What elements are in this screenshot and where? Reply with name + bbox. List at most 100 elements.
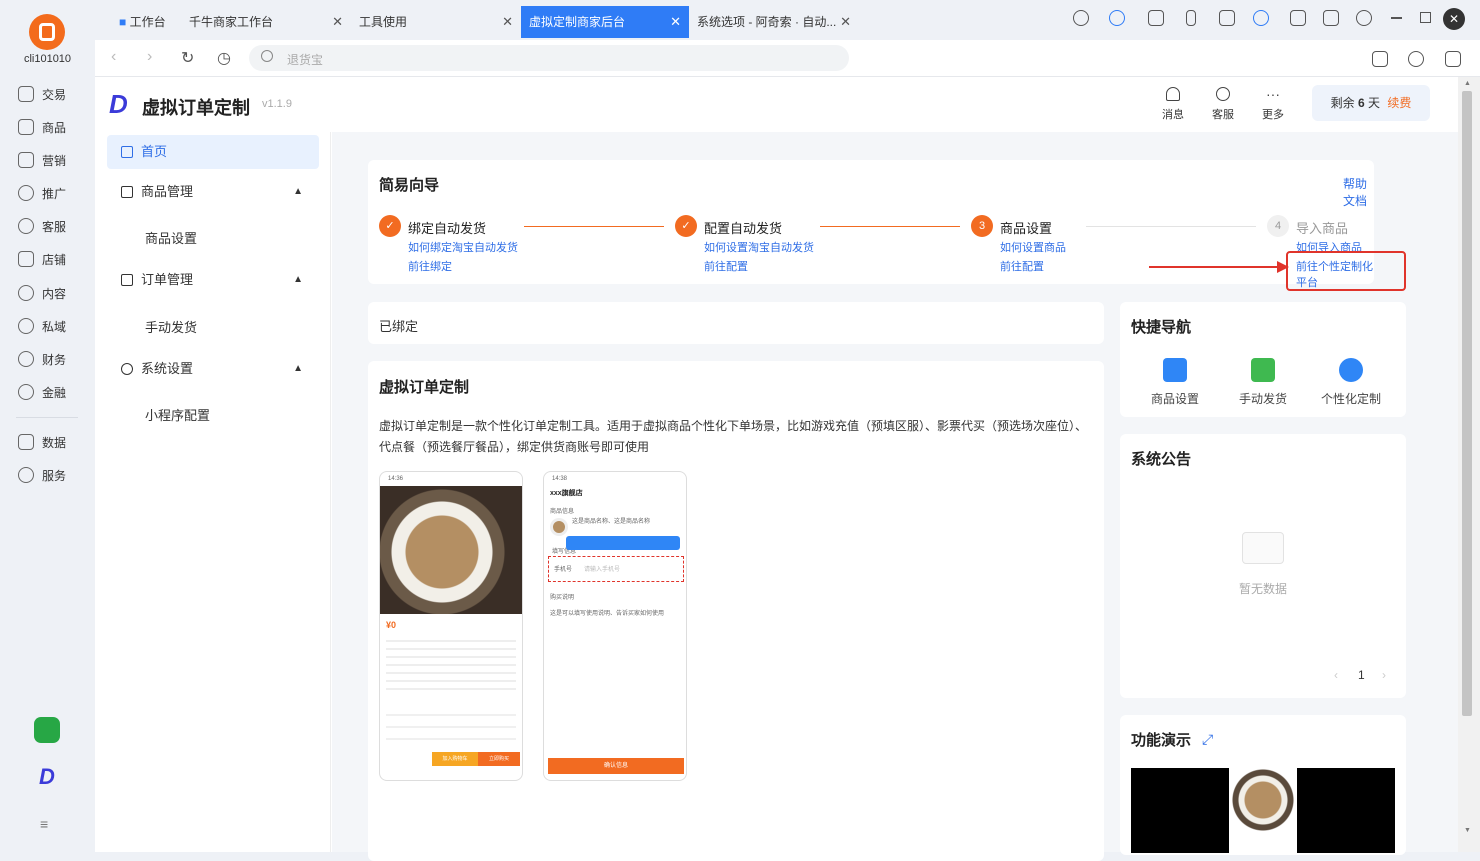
step-1-go-link[interactable]: 前往绑定 bbox=[408, 258, 452, 274]
storage-icon[interactable] bbox=[1148, 10, 1164, 26]
rail-item-data[interactable]: 数据 bbox=[18, 431, 66, 453]
services-icon bbox=[18, 467, 34, 483]
minimize-icon[interactable] bbox=[1391, 17, 1402, 19]
qianniu-logo-icon[interactable] bbox=[29, 14, 65, 50]
rail-item-goods[interactable]: 商品 bbox=[18, 116, 66, 138]
buy-now-button: 立即购买 bbox=[478, 752, 520, 766]
close-icon[interactable]: ✕ bbox=[670, 6, 681, 38]
more-button[interactable]: ··· 更多 bbox=[1258, 87, 1288, 122]
remain-days-badge[interactable]: 剩余 6 天 续费 bbox=[1312, 85, 1430, 121]
step-4-number: 4 bbox=[1267, 215, 1289, 237]
chevron-up-icon: ▲ bbox=[293, 186, 303, 197]
product-info-lines bbox=[386, 634, 516, 694]
sidebar-item-system[interactable]: 系统设置 ▲ bbox=[107, 352, 319, 386]
chevron-up-icon: ▲ bbox=[293, 274, 303, 285]
marketing-icon bbox=[18, 152, 34, 168]
rail-item-store[interactable]: 店铺 bbox=[18, 248, 66, 270]
current-page[interactable]: 1 bbox=[1358, 668, 1365, 682]
scrollbar-thumb[interactable] bbox=[1462, 91, 1472, 716]
close-icon[interactable]: ✕ bbox=[840, 6, 851, 38]
bound-status-card: 已绑定 bbox=[368, 302, 1104, 344]
step-2-go-link[interactable]: 前往配置 bbox=[704, 258, 748, 274]
product-price: ¥0 bbox=[386, 620, 397, 630]
sidebar-item-goods-settings[interactable]: 商品设置 bbox=[145, 228, 197, 247]
notification-icon[interactable] bbox=[1073, 10, 1089, 26]
guide-title: 简易向导 bbox=[379, 177, 440, 194]
notes-icon[interactable] bbox=[1290, 10, 1306, 26]
shirt-icon[interactable] bbox=[1323, 10, 1339, 26]
rail-item-services[interactable]: 服务 bbox=[18, 464, 66, 486]
forward-icon[interactable]: › bbox=[147, 48, 152, 66]
help-docs-link[interactable]: 帮助文档 bbox=[1343, 175, 1374, 209]
buy-notes-text: 这是可以填写使用说明、告诉买家如何使用 bbox=[550, 611, 665, 617]
rail-item-finance[interactable]: 财务 bbox=[18, 348, 66, 370]
close-icon[interactable]: ✕ bbox=[332, 6, 343, 38]
sidebar-item-mini-config[interactable]: 小程序配置 bbox=[145, 405, 210, 424]
next-page-icon[interactable]: › bbox=[1382, 668, 1386, 682]
chat-icon[interactable] bbox=[1445, 51, 1461, 67]
tab-virtual-admin[interactable]: 虚拟定制商家后台 ✕ bbox=[521, 6, 689, 38]
search-input[interactable]: 退货宝 bbox=[249, 45, 849, 71]
rail-item-promote[interactable]: 推广 bbox=[18, 182, 66, 204]
bag-icon bbox=[121, 186, 133, 198]
sidebar-item-manual-ship[interactable]: 手动发货 bbox=[145, 317, 197, 336]
tab-system-options[interactable]: 系统选项 - 阿奇索 · 自动... ✕ bbox=[689, 6, 859, 38]
store-icon bbox=[18, 251, 34, 267]
scrollbar-down-icon[interactable]: ▼ bbox=[1464, 827, 1471, 834]
green-app-icon[interactable] bbox=[34, 717, 60, 743]
virtual-order-app-icon[interactable]: D bbox=[34, 764, 60, 790]
sidebar-item-goods-mgmt[interactable]: 商品管理 ▲ bbox=[107, 175, 319, 209]
rail-item-private[interactable]: 私域 bbox=[18, 315, 66, 337]
quick-nav-goods-settings[interactable]: 商品设置 bbox=[1135, 358, 1215, 407]
step-3-go-link[interactable]: 前往配置 bbox=[1000, 258, 1044, 274]
back-icon[interactable]: ‹ bbox=[111, 48, 116, 66]
add-to-cart-button: 加入购物车 bbox=[432, 752, 478, 766]
trade-icon bbox=[18, 86, 34, 102]
rail-item-service[interactable]: 客服 bbox=[18, 215, 66, 237]
close-icon[interactable]: ✕ bbox=[502, 6, 513, 38]
rail-item-marketing[interactable]: 营销 bbox=[18, 149, 66, 171]
app-logo-icon: D bbox=[109, 89, 128, 119]
close-window-icon[interactable]: ✕ bbox=[1443, 8, 1465, 30]
settings-icon[interactable] bbox=[1356, 10, 1372, 26]
sidebar-item-home[interactable]: 首页 bbox=[107, 135, 319, 169]
window-icon[interactable] bbox=[1219, 10, 1235, 26]
rail-item-banking[interactable]: 金融 bbox=[18, 381, 66, 403]
renew-link[interactable]: 续费 bbox=[1387, 96, 1411, 110]
step-3-how-link[interactable]: 如何设置商品 bbox=[1000, 239, 1066, 255]
assistant-icon[interactable] bbox=[1253, 10, 1269, 26]
document-icon bbox=[121, 274, 133, 286]
quick-nav-customize[interactable]: 个性化定制 bbox=[1311, 358, 1391, 407]
briefcase-icon bbox=[1163, 358, 1187, 382]
prev-page-icon[interactable]: ‹ bbox=[1334, 668, 1338, 682]
service-icon bbox=[18, 218, 34, 234]
maximize-icon[interactable] bbox=[1420, 12, 1431, 23]
step-1-how-link[interactable]: 如何绑定淘宝自动发货 bbox=[408, 239, 518, 255]
shield-icon[interactable] bbox=[1109, 10, 1125, 26]
demo-video[interactable] bbox=[1131, 768, 1395, 853]
bell-icon bbox=[1166, 87, 1180, 101]
page-scrollbar[interactable]: ▲ ▼ bbox=[1458, 77, 1480, 852]
tab-tools[interactable]: 工具使用 ✕ bbox=[351, 6, 521, 38]
phone-time: 14:36 bbox=[388, 476, 404, 482]
rail-item-content[interactable]: 内容 bbox=[18, 282, 66, 304]
history-icon[interactable]: ◷ bbox=[217, 48, 231, 68]
left-rail: cli101010 交易 商品 营销 推广 客服 店铺 内容 私域 财务 金融 … bbox=[0, 0, 95, 852]
rail-item-trade[interactable]: 交易 bbox=[18, 83, 66, 105]
timer-icon[interactable] bbox=[1408, 51, 1424, 67]
menu-icon[interactable]: ≡ bbox=[40, 816, 48, 832]
refresh-icon[interactable]: ↻ bbox=[181, 48, 194, 68]
goods-icon bbox=[18, 119, 34, 135]
intro-description: 虚拟订单定制是一款个性化订单定制工具。适用于虚拟商品个性化下单场景，比如游戏充值… bbox=[379, 419, 1088, 454]
step-2-how-link[interactable]: 如何设置淘宝自动发货 bbox=[704, 239, 814, 255]
phone-icon[interactable] bbox=[1186, 10, 1196, 26]
quick-nav-manual-ship[interactable]: 手动发货 bbox=[1223, 358, 1303, 407]
tab-qianniu[interactable]: 千牛商家工作台 ✕ bbox=[181, 6, 351, 38]
expand-icon[interactable]: ⤢ bbox=[1202, 731, 1213, 748]
service-button[interactable]: 客服 bbox=[1208, 87, 1238, 122]
sidebar-item-order-mgmt[interactable]: 订单管理 ▲ bbox=[107, 263, 319, 297]
messages-button[interactable]: 消息 bbox=[1158, 87, 1188, 122]
custom-user-icon bbox=[1339, 358, 1363, 382]
save-page-icon[interactable] bbox=[1372, 51, 1388, 67]
scrollbar-up-icon[interactable]: ▲ bbox=[1464, 80, 1471, 87]
